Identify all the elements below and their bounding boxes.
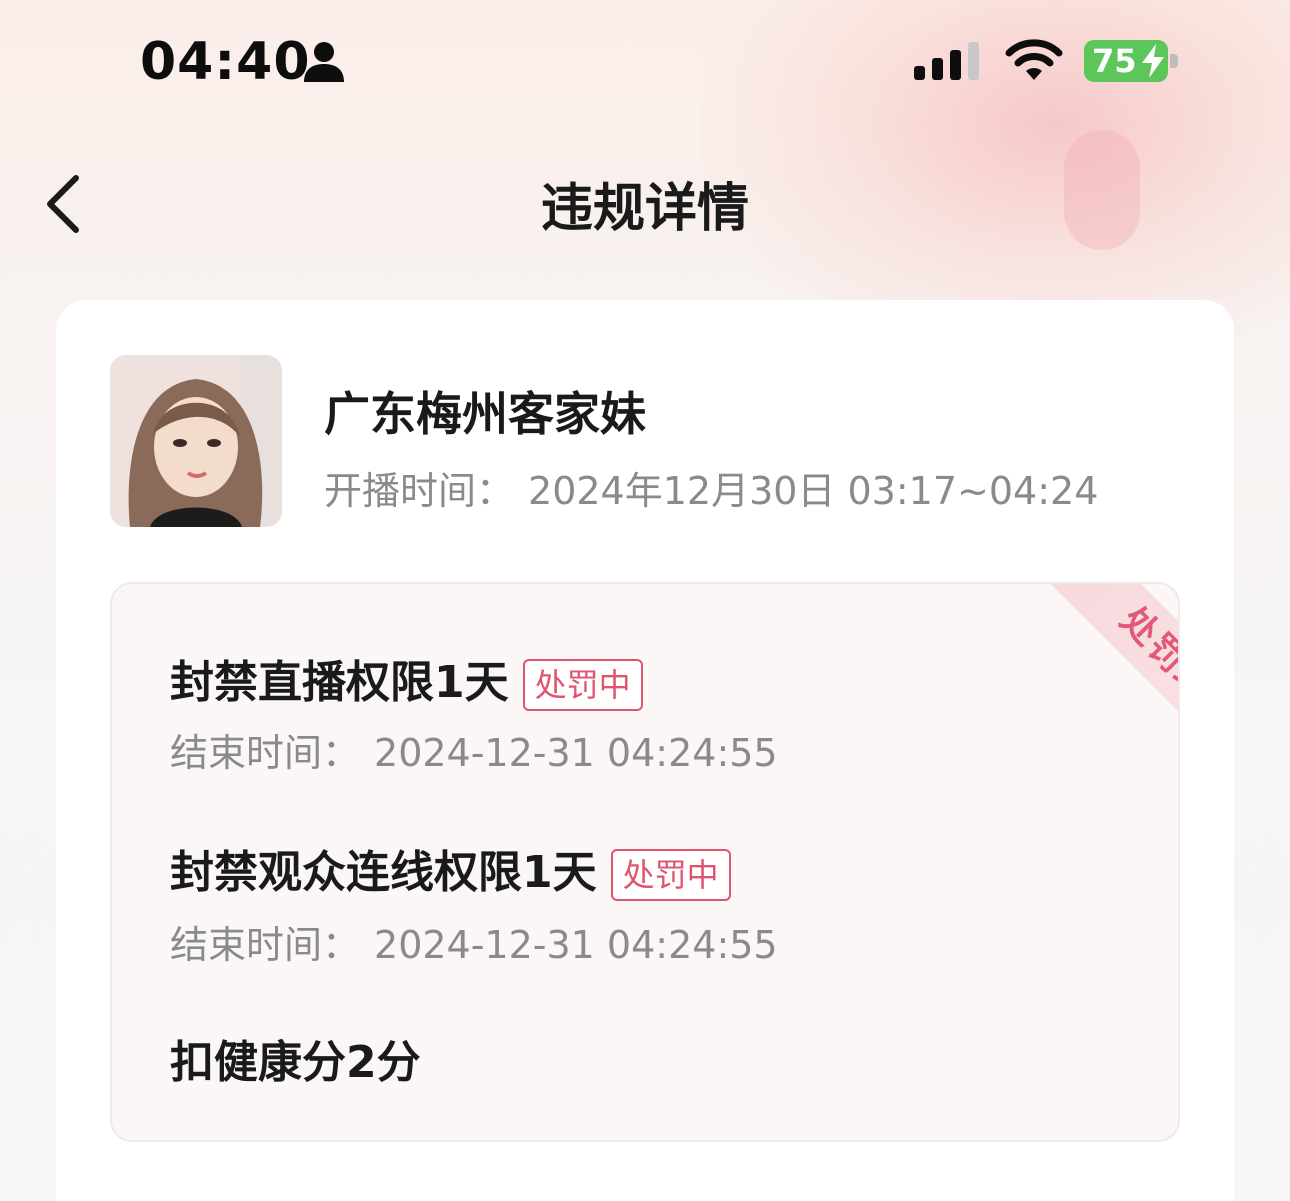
penalty-item-end-time: 结束时间： 2024-12-31 04:24:55	[170, 722, 778, 777]
live-time-label: 开播时间：	[324, 469, 515, 513]
penalty-item-title-text: 扣健康分2分	[170, 1037, 421, 1088]
live-time-value: 2024年12月30日 03:17~04:24	[528, 469, 1099, 513]
live-time: 开播时间： 2024年12月30日 03:17~04:24	[324, 460, 1098, 515]
wifi-icon	[1005, 39, 1063, 80]
end-time-value: 2024-12-31 04:24:55	[374, 731, 778, 775]
battery-tip	[1170, 54, 1178, 68]
penalty-item-title: 封禁观众连线权限1天 处罚中	[170, 836, 731, 901]
penalty-item-title-text: 封禁观众连线权限1天	[170, 847, 597, 898]
penalty-item-title-text: 封禁直播权限1天	[170, 657, 509, 708]
status-badge: 处罚中	[610, 849, 731, 901]
battery-level: 75	[1092, 42, 1137, 80]
penalty-result-ribbon: 处罚结果	[1051, 584, 1178, 797]
penalty-item-title: 扣健康分2分	[170, 1026, 421, 1090]
end-time-label: 结束时间：	[170, 731, 361, 775]
penalty-item-title: 封禁直播权限1天 处罚中	[170, 646, 643, 711]
status-badge: 处罚中	[522, 659, 643, 711]
penalty-item-end-time: 结束时间： 2024-12-31 04:24:55	[170, 914, 778, 969]
status-bar: 04:40 75	[0, 0, 1290, 120]
end-time-value: 2024-12-31 04:24:55	[374, 923, 778, 967]
penalty-result-panel: 处罚结果 封禁直播权限1天 处罚中 结束时间： 2024-12-31 04:24:5…	[110, 582, 1180, 1142]
streamer-name: 广东梅州客家妹	[324, 387, 646, 441]
person-icon	[304, 42, 344, 82]
avatar	[110, 355, 282, 527]
page-title: 违规详情	[540, 179, 749, 239]
end-time-label: 结束时间：	[170, 923, 361, 967]
cellular-signal-icon	[914, 42, 979, 80]
status-time: 04:40	[140, 32, 311, 92]
charging-bolt-icon	[1142, 44, 1164, 78]
avatar-image	[110, 355, 282, 527]
